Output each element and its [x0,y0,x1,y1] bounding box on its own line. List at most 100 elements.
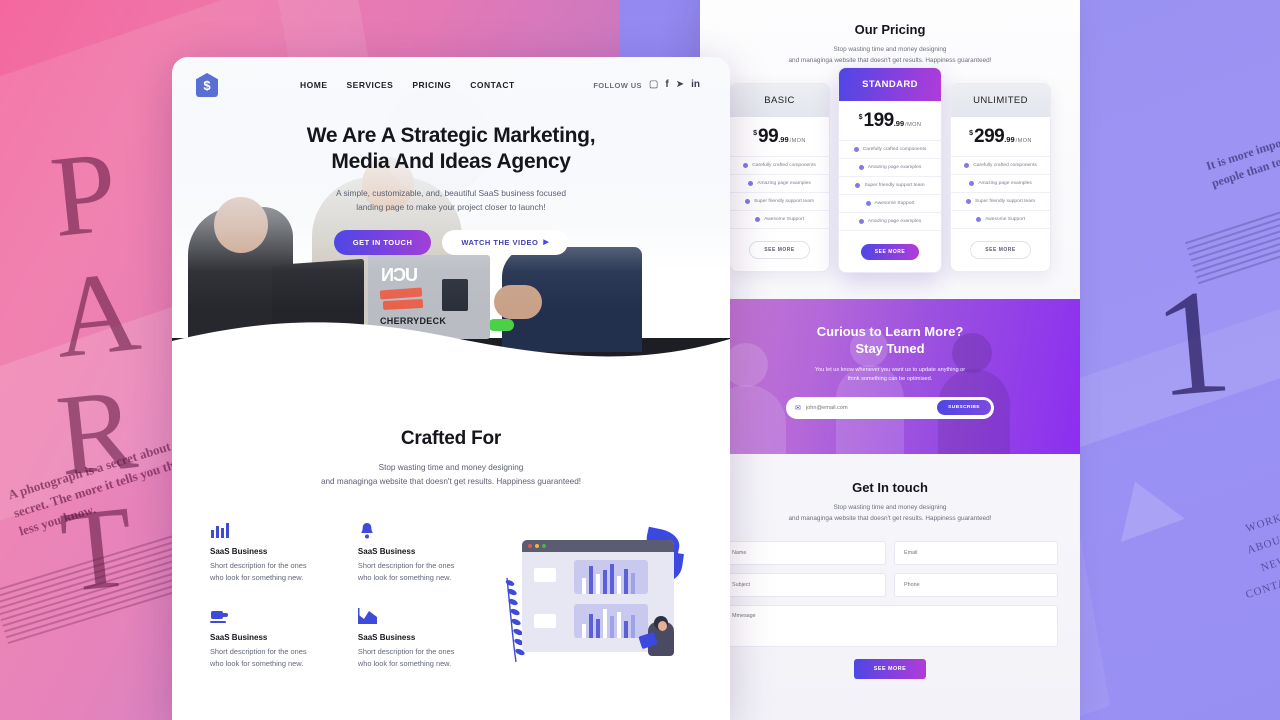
plan-action-wrap: SEE MORE [730,227,829,271]
price-amount: 99 [758,125,779,147]
navbar: $ HOME SERVICES PRICING CONTACT FOLLOW U… [172,57,730,97]
plan-feature-label: Super friendly support team [974,198,1036,204]
get-in-touch-button[interactable]: GET IN TOUCH [333,229,432,255]
plan-feature: Super friendly support team [839,175,941,194]
price-period: /MON [1015,137,1032,144]
crafted-for-section: Crafted For Stop wasting time and money … [172,372,730,672]
plan-feature-label: Carefully crafted components [973,162,1037,168]
hero-title-line2: Media And Ideas Agency [331,150,571,174]
contact-subject-input[interactable] [722,572,886,597]
check-dot-icon [748,180,754,186]
check-dot-icon [744,198,750,204]
contact-subtitle: Stop wasting time and money designing an… [722,503,1058,525]
cta-subtitle-line1: You let us know whenever you want us to … [814,366,966,373]
nav-item-pricing[interactable]: PRICING [412,80,451,90]
pricing-card-standard[interactable]: STANDARD $ 199 .99 /MON Carefully crafte… [838,66,942,273]
plan-feature: Awesome Support [730,209,829,228]
plan-price-unlimited: $ 299 .99 /MON [951,117,1050,156]
price-amount: 199 [863,109,895,131]
check-dot-icon [743,162,749,168]
hero-title: We Are A Strategic Marketing, Media And … [172,123,730,176]
contact-form [722,540,1058,647]
contact-phone-input[interactable] [894,572,1058,597]
contact-message-textarea[interactable] [722,604,1058,647]
cta-content: Curious to Learn More? Stay Tuned You le… [700,299,1080,419]
brand-logo-icon[interactable]: $ [196,73,218,97]
illustration-icon-card [533,613,556,628]
plan-price-standard: $ 199 .99 /MON [839,101,941,140]
facebook-icon[interactable]: f [665,80,668,90]
check-dot-icon [976,216,982,222]
contact-subtitle-line2: and managinga website that doesn't get r… [788,514,992,522]
subscribe-form: ✉ SUBSCRIBE [786,396,994,419]
price-cents: .99 [778,134,789,144]
feature-desc: Short description for the ones who look … [358,560,490,584]
check-dot-icon [965,198,971,204]
feature-desc: Short description for the ones who look … [210,560,342,584]
currency-symbol: $ [753,129,758,137]
watch-video-label: WATCH THE VIDEO [461,237,539,247]
subscribe-email-input[interactable] [805,404,938,411]
nav-social-group: FOLLOW US ▢ f ➤ in [593,80,700,90]
check-dot-icon [755,216,761,222]
plan-feature: Awesome Support [839,193,941,212]
feature-desc-line1: Short description for the ones [210,646,307,656]
price-period: /MON [789,137,806,144]
plan-feature: Amazing page examples [730,173,829,192]
hero-subtitle-line2: landing page to make your project closer… [356,201,546,212]
play-icon: ▶ [543,239,550,247]
contact-email-input[interactable] [894,540,1058,565]
see-more-button-standard[interactable]: SEE MORE [860,243,920,260]
plan-feature-label: Amazing page examples [978,180,1032,186]
feature-desc-line1: Short description for the ones [210,560,307,570]
feature-item: SaaS Business Short description for the … [210,522,342,586]
feature-desc-line1: Short description for the ones [357,646,455,656]
bar-chart-icon [210,522,342,540]
plan-feature: Awesome Support [951,209,1050,228]
contact-submit-button[interactable]: SEE MORE [853,658,927,679]
price-cents: .99 [1004,134,1015,144]
feature-item: SaaS Business Short description for the … [358,522,490,586]
plan-feature-label: Super friendly support team [753,198,815,204]
plan-feature: Carefully crafted components [839,139,941,158]
analytics-illustration [504,522,692,672]
hero-buttons: GET IN TOUCH WATCH THE VIDEO ▶ [172,229,730,255]
pricing-card-basic[interactable]: BASIC $ 99 .99 /MON Carefully crafted co… [729,82,830,272]
subscribe-button[interactable]: SUBSCRIBE [937,400,991,416]
plan-feature-label: Awesome Support [985,216,1025,222]
plan-feature: Amazing page examples [839,157,941,176]
plan-action-wrap: SEE MORE [839,229,941,272]
coffee-cup-icon [210,608,342,626]
right-page-panel: Our Pricing Stop wasting time and money … [700,0,1080,720]
instagram-icon[interactable]: ▢ [649,80,658,90]
nav-item-contact[interactable]: CONTACT [470,80,514,90]
cta-title: Curious to Learn More? Stay Tuned [700,323,1080,358]
plan-feature: Carefully crafted components [730,155,829,174]
see-more-button-unlimited[interactable]: SEE MORE [970,240,1031,259]
hero-title-line1: We Are A Strategic Marketing, [306,124,596,147]
area-chart-icon [357,607,490,626]
crafted-subtitle: Stop wasting time and money designing an… [172,461,730,490]
plan-action-wrap: SEE MORE [951,227,1050,271]
feature-desc-line2: who look for something new. [357,572,452,582]
nav-item-services[interactable]: SERVICES [347,80,394,90]
plan-feature: Amazing page examples [839,211,941,230]
see-more-button-basic[interactable]: SEE MORE [749,240,810,259]
nav-item-home[interactable]: HOME [300,80,328,90]
crafted-title: Crafted For [400,428,502,449]
feature-desc-line2: who look for something new. [357,658,452,668]
plan-feature-label: Carefully crafted components [752,162,816,168]
hero-text-block: We Are A Strategic Marketing, Media And … [172,97,730,255]
check-dot-icon [865,200,871,206]
pricing-card-unlimited[interactable]: UNLIMITED $ 299 .99 /MON Carefully craft… [950,82,1051,272]
plan-feature-label: Awesome Support [874,200,915,206]
plan-feature-label: Carefully crafted components [862,146,927,152]
cta-title-line1: Curious to Learn More? [816,323,964,339]
feature-title: SaaS Business [210,632,268,642]
watch-the-video-button[interactable]: WATCH THE VIDEO ▶ [442,229,569,255]
linkedin-icon[interactable]: in [691,80,700,90]
twitter-icon[interactable]: ➤ [676,80,684,90]
illustration-bars [581,563,635,594]
plan-feature-label: Amazing page examples [867,164,922,170]
contact-name-input[interactable] [722,540,886,565]
